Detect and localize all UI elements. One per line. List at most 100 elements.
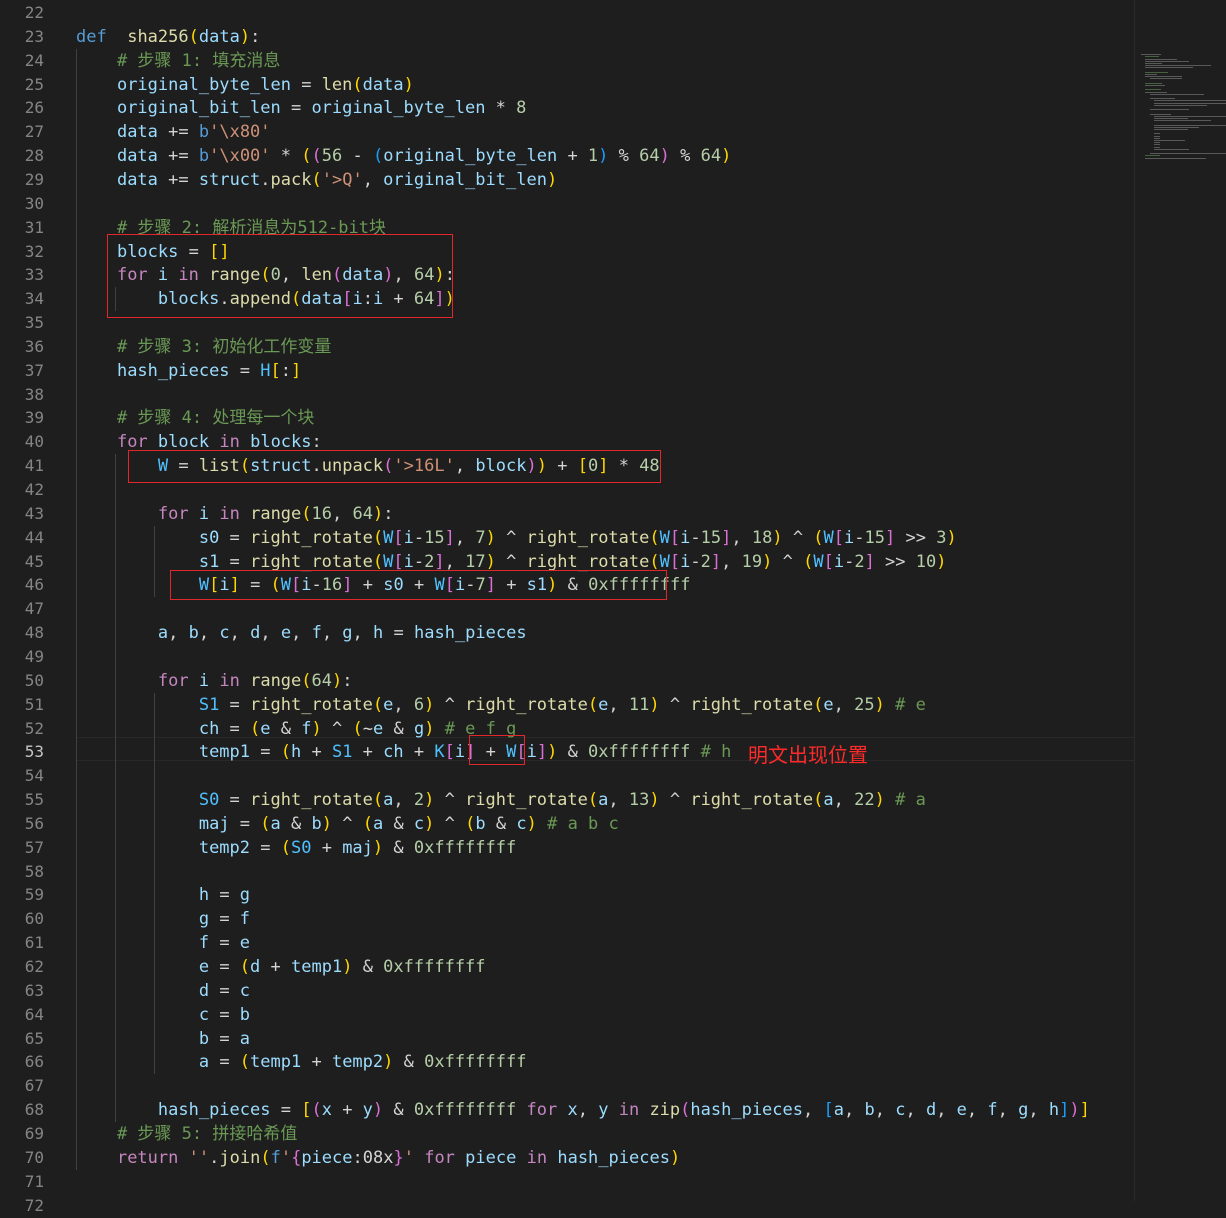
code-token: + [331,1100,363,1121]
code-token: right_rotate [250,790,373,811]
code-token: hash_pieces [157,1100,271,1121]
code-line[interactable]: f = e [76,931,250,955]
code-line[interactable]: # 步骤 5: 拼接哈希值 [76,1122,297,1146]
code-line[interactable]: data += struct.pack('>Q', original_bit_l… [76,168,557,192]
code-editor[interactable]: 22 23 24 25 26 27 28 29 30 31 32 33 34 35 36 37 38 39 40 41… [0,0,1134,1215]
code-line[interactable]: a, b, c, d, e, f, g, h = hash_pieces [76,621,527,645]
code-token: = [209,909,240,930]
code-token: e [956,1100,967,1121]
minimap-line [1145,157,1206,159]
line-number: 71 [24,1171,44,1191]
code-line[interactable]: e = (d + temp1) & 0xffffffff [76,955,486,979]
code-line[interactable]: s0 = right_rotate(W[i-15], 7) ^ right_ro… [76,526,957,550]
line-number: 27 [24,122,44,142]
code-token: in [219,670,240,691]
code-token: ( [280,742,291,763]
code-line[interactable]: b = a [76,1027,250,1051]
code-line[interactable]: maj = (a & b) ^ (a & c) ^ (b & c) # a b … [76,812,619,836]
code-token: i [526,742,537,763]
code-line[interactable]: for i in range(16, 64): [76,502,394,526]
line-number: 42 [24,480,44,499]
code-line[interactable]: hash_pieces = [(x + y) & 0xffffffff for … [76,1098,1090,1122]
code-line[interactable]: g = f [76,907,250,931]
code-token: ) [424,813,435,834]
line-number: 39 [24,408,44,428]
code-token: ) [485,551,496,572]
code-line[interactable]: d = c [76,979,250,1003]
line-number: 36 [24,336,44,356]
code-token: & [383,718,414,739]
minimap-line [1154,115,1226,117]
minimap-line [1145,89,1161,91]
code-line[interactable]: a = (temp1 + temp2) & 0xffffffff [76,1050,527,1074]
minimap[interactable] [1134,0,1226,1201]
code-token: # 步骤 3: 初始化工作变量 [116,336,332,357]
code-line[interactable]: temp2 = (S0 + maj) & 0xffffffff [76,836,516,860]
code-token: ( [239,957,251,977]
code-token: c [516,813,527,834]
code-token: right_rotate [526,527,650,548]
code-token: ) [598,146,609,167]
code-token: data [198,26,240,47]
code-token: len [321,74,353,95]
code-line[interactable]: for i in range(64): [76,669,353,693]
code-line[interactable]: S0 = right_rotate(a, 2) ^ right_rotate(a… [76,788,926,812]
code-token: ) [762,551,773,572]
code-token: % [608,146,640,167]
code-token: f [301,718,312,739]
code-token: 25 [854,694,875,715]
code-line[interactable]: S1 = right_rotate(e, 6) ^ right_rotate(e… [76,693,926,717]
code-token: , [393,694,414,715]
code-token: for [424,1147,455,1168]
code-line[interactable]: original_byte_len = len(data) [76,73,414,97]
code-token: { [291,1147,302,1168]
code-token: temp2 [331,1052,384,1073]
code-line[interactable]: h = g [76,883,250,907]
code-token: '>Q' [321,169,363,190]
code-token: = [219,551,251,572]
code-token: hash_pieces [557,1147,670,1168]
code-line[interactable]: data += b'\x80' [76,120,271,144]
code-line[interactable]: return ''.join(f'{piece:08x}' for piece … [76,1146,680,1170]
code-line[interactable]: # 步骤 4: 处理每一个块 [76,406,314,430]
code-line[interactable]: data += b'\x00' * ((56 - (original_byte_… [76,144,731,168]
code-token: f [987,1100,998,1121]
line-number: 54 [24,766,44,786]
code-token: '' [188,1147,210,1168]
code-token: a [372,813,384,834]
code-line[interactable]: temp1 = (h + S1 + ch + K[i] + W[i]) & 0x… [76,740,732,764]
line-number: 66 [24,1052,44,1072]
line-number: 24 [24,50,44,70]
code-line[interactable]: c = b [76,1003,250,1027]
code-line[interactable]: original_bit_len = original_byte_len * 8 [76,96,526,120]
code-token: 2 [424,551,435,572]
code-token: & [485,813,517,834]
code-token: 64 [352,503,373,524]
code-line[interactable]: ch = (e & f) ^ (~e & g) # e f g [76,717,517,741]
code-token: , [803,1100,824,1121]
code-token: ) [372,1100,384,1121]
code-line[interactable]: hash_pieces = H[:] [76,359,301,383]
code-token: 0xffffffff [383,957,486,977]
code-line[interactable]: def sha256(data): [76,25,260,49]
code-token: ( [465,813,476,834]
minimap-line [1145,71,1169,73]
line-number: 43 [24,503,44,523]
code-line[interactable]: # 步骤 3: 初始化工作变量 [76,335,331,359]
minimap-line [1145,76,1182,78]
line-number: 38 [24,384,44,404]
code-token: ( [311,1100,322,1121]
code-token: c [413,813,425,834]
code-token: i [403,527,414,548]
code-token: maj [198,813,230,834]
code-token: = [250,742,281,763]
minimap-line [1145,155,1160,157]
code-line[interactable]: # 步骤 1: 填充消息 [76,49,280,73]
code-token: d [250,623,261,644]
